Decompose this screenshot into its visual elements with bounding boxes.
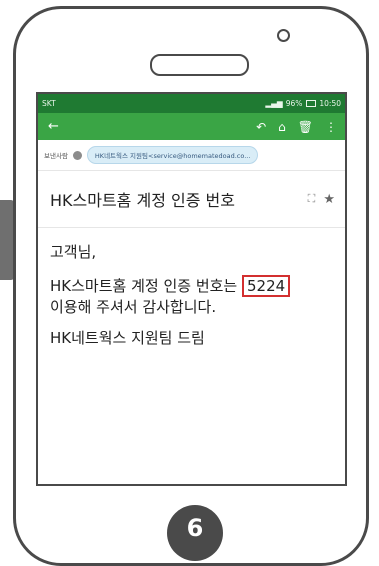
phone-screen: SKT ▂▄▆ 96% 10:50 ← ↶ ⌂ 🗑 ⋮ 보낸사람 HK네트웍스 …	[36, 92, 347, 486]
sender-avatar-icon	[72, 150, 82, 160]
delete-icon[interactable]: 🗑	[298, 120, 313, 134]
verification-message: HK스마트홈 계정 인증 번호는 5224	[50, 275, 333, 297]
sender-address-chip[interactable]: HK네트웍스 지원팀<service@homematedoad.co...	[86, 146, 259, 164]
clock: 10:50	[319, 99, 341, 108]
thanks-text: 이용해 주셔서 감사합니다.	[50, 298, 217, 316]
reply-icon[interactable]: ↶	[256, 120, 266, 134]
email-subject: HK스마트홈 계정 인증 번호	[50, 191, 235, 210]
signature: HK네트웍스 지원팀 드림	[50, 329, 205, 347]
sender-label: 보낸사람	[44, 152, 68, 160]
battery-percent: 96%	[285, 99, 303, 108]
camera-icon	[277, 29, 290, 42]
signal-icon: ▂▄▆	[265, 99, 283, 108]
toolbar-actions: ↶ ⌂ 🗑 ⋮	[256, 120, 337, 134]
subject-row: HK스마트홈 계정 인증 번호 ⛶ ★	[38, 171, 345, 227]
back-arrow-icon[interactable]: ←	[48, 119, 59, 134]
sender-row: 보낸사람 HK네트웍스 지원팀<service@homematedoad.co.…	[38, 140, 345, 170]
speaker-grille	[150, 54, 249, 76]
greeting: 고객님,	[50, 243, 97, 261]
email-body: 고객님, HK스마트홈 계정 인증 번호는 5224 이용해 주셔서 감사합니다…	[38, 228, 345, 349]
verification-code: 5224	[242, 275, 291, 297]
star-icon[interactable]: ★	[323, 192, 335, 207]
app-toolbar: ← ↶ ⌂ 🗑 ⋮	[38, 113, 345, 140]
status-bar: SKT ▂▄▆ 96% 10:50	[38, 94, 345, 113]
subject-actions: ⛶ ★	[308, 192, 335, 207]
message-text: HK스마트홈 계정 인증 번호는	[50, 277, 242, 295]
side-tab	[0, 200, 14, 280]
more-options-icon[interactable]: ⋮	[325, 120, 337, 134]
expand-icon[interactable]: ⛶	[308, 192, 316, 206]
carrier-label: SKT	[42, 99, 56, 108]
step-number-badge: 6	[167, 505, 223, 561]
status-indicators: ▂▄▆ 96% 10:50	[265, 99, 341, 108]
battery-icon	[306, 100, 317, 107]
move-icon[interactable]: ⌂	[278, 120, 286, 134]
